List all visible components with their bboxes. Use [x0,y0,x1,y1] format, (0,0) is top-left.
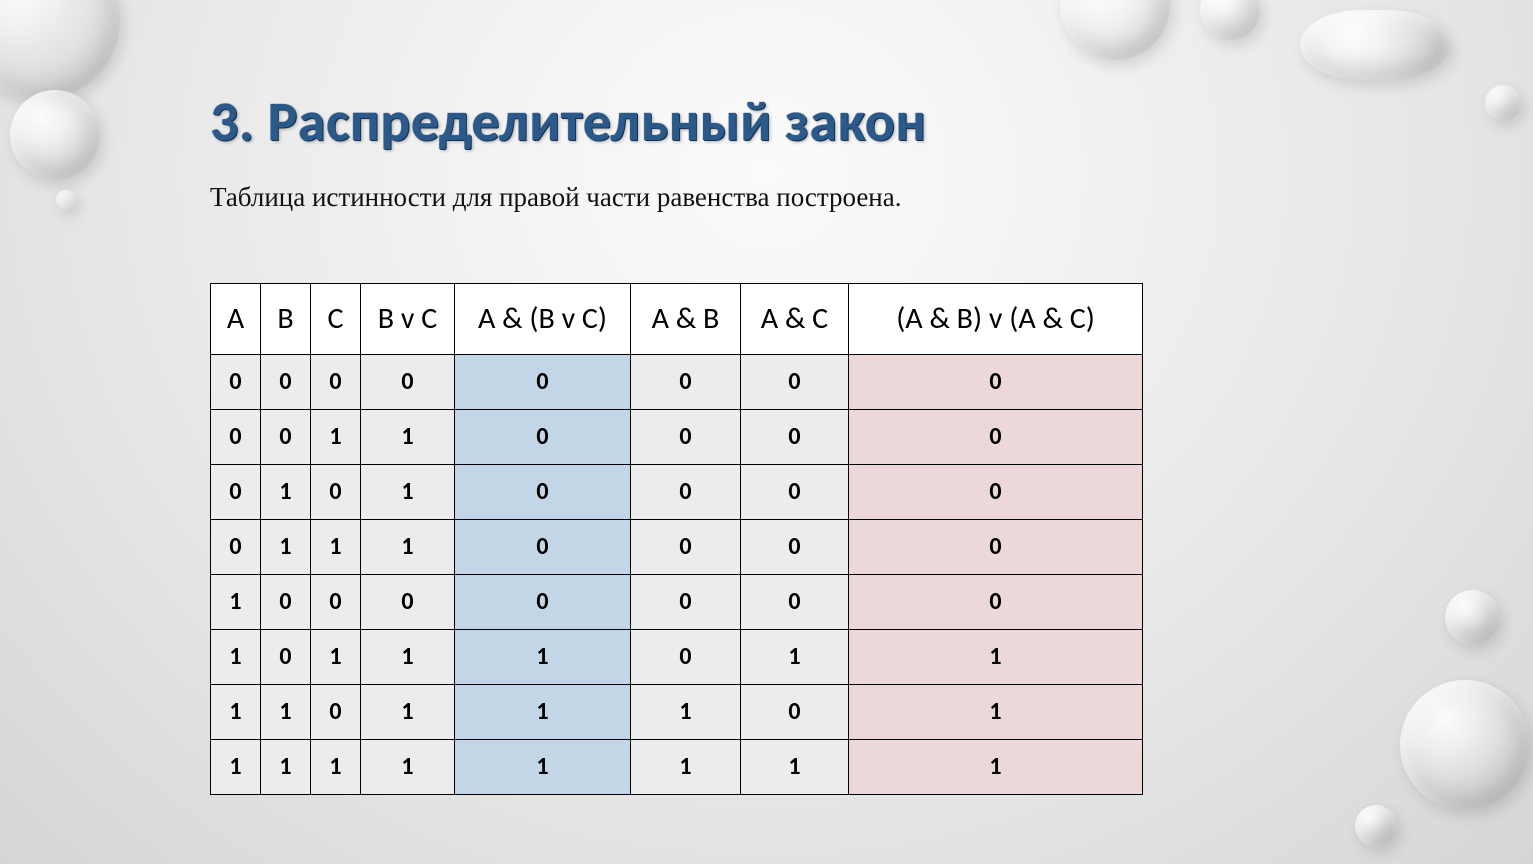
table-cell: 0 [631,575,741,630]
table-cell: 1 [361,520,455,575]
table-cell: 1 [631,685,741,740]
table-cell: 0 [741,520,849,575]
table-cell: 1 [311,740,361,795]
table-cell: 0 [261,355,311,410]
decorative-bubble [1300,10,1450,80]
table-cell: 1 [361,685,455,740]
table-cell: 1 [261,465,311,520]
table-cell: 1 [849,630,1143,685]
table-cell: 0 [211,355,261,410]
col-header: A & (B v C) [455,284,631,355]
table-cell: 1 [849,685,1143,740]
table-cell: 0 [211,465,261,520]
table-cell: 0 [849,410,1143,465]
table-cell: 0 [631,410,741,465]
table-cell: 0 [631,465,741,520]
table-cell: 1 [261,520,311,575]
table-cell: 1 [211,685,261,740]
decorative-bubble [10,90,100,180]
table-cell: 0 [455,520,631,575]
table-cell: 1 [361,465,455,520]
table-cell: 0 [741,685,849,740]
table-cell: 0 [361,355,455,410]
decorative-bubble [0,0,120,100]
slide-title: 3. Распределительный закон [210,88,1143,156]
table-cell: 0 [741,465,849,520]
table-cell: 0 [261,630,311,685]
table-cell: 0 [741,575,849,630]
table-cell: 1 [211,740,261,795]
table-cell: 1 [361,630,455,685]
table-cell: 0 [311,575,361,630]
table-row: 11111111 [211,740,1143,795]
table-cell: 1 [261,685,311,740]
table-cell: 0 [311,685,361,740]
table-cell: 0 [741,410,849,465]
table-cell: 0 [849,355,1143,410]
table-cell: 0 [455,575,631,630]
table-cell: 0 [261,575,311,630]
table-cell: 0 [311,465,361,520]
table-cell: 1 [261,740,311,795]
table-cell: 1 [455,740,631,795]
table-row: 10111011 [211,630,1143,685]
decorative-bubble [1445,590,1500,645]
decorative-bubble [1060,0,1170,60]
table-cell: 1 [741,740,849,795]
table-cell: 0 [631,520,741,575]
table-cell: 1 [741,630,849,685]
decorative-bubble [1200,0,1260,40]
decorative-bubble [1355,805,1397,847]
decorative-bubble [1485,85,1521,121]
col-header: A & B [631,284,741,355]
table-cell: 0 [849,520,1143,575]
table-row: 11011101 [211,685,1143,740]
table-cell: 1 [311,520,361,575]
col-header: B [261,284,311,355]
table-cell: 1 [361,410,455,465]
table-cell: 0 [741,355,849,410]
col-header: A & C [741,284,849,355]
decorative-bubble [56,190,76,210]
table-cell: 1 [631,740,741,795]
table-cell: 1 [211,630,261,685]
table-cell: 1 [849,740,1143,795]
table-cell: 0 [211,520,261,575]
table-row: 00110000 [211,410,1143,465]
table-cell: 0 [361,575,455,630]
table-row: 01010000 [211,465,1143,520]
decorative-bubble [1400,680,1530,810]
truth-table: A B C B v C A & (B v C) A & B A & C (A &… [210,283,1143,795]
table-cell: 0 [261,410,311,465]
table-cell: 0 [455,410,631,465]
table-header-row: A B C B v C A & (B v C) A & B A & C (A &… [211,284,1143,355]
table-cell: 0 [849,465,1143,520]
table-cell: 1 [455,685,631,740]
col-header: C [311,284,361,355]
table-row: 01110000 [211,520,1143,575]
table-cell: 1 [311,630,361,685]
table-cell: 1 [211,575,261,630]
slide-subtitle: Таблица истинности для правой части раве… [210,182,1143,213]
col-header: B v C [361,284,455,355]
table-cell: 0 [631,355,741,410]
table-cell: 0 [311,355,361,410]
table-cell: 1 [311,410,361,465]
table-cell: 0 [849,575,1143,630]
table-cell: 0 [211,410,261,465]
table-cell: 0 [631,630,741,685]
table-row: 00000000 [211,355,1143,410]
table-cell: 0 [455,465,631,520]
table-cell: 0 [455,355,631,410]
table-cell: 1 [361,740,455,795]
col-header: (A & B) v (A & C) [849,284,1143,355]
col-header: A [211,284,261,355]
table-row: 10000000 [211,575,1143,630]
table-cell: 1 [455,630,631,685]
